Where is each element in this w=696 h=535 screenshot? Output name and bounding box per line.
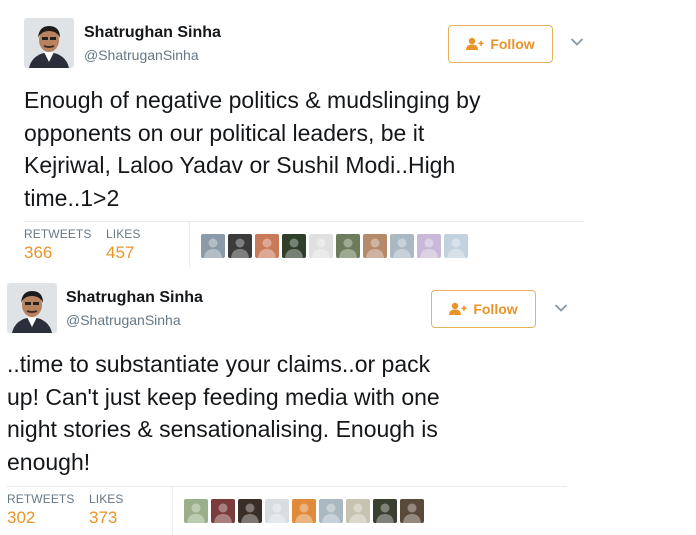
avatar[interactable] — [24, 18, 74, 68]
retweets-count[interactable]: 302 — [7, 508, 35, 528]
tweet-text-line: time..1>2 — [24, 184, 120, 211]
author-handle[interactable]: @ShatruganSinha — [66, 312, 181, 328]
liker-avatar[interactable] — [319, 499, 343, 523]
follow-label: Follow — [473, 301, 518, 317]
avatar[interactable] — [7, 283, 57, 333]
liker-avatar[interactable] — [238, 499, 262, 523]
liker-avatar[interactable] — [211, 499, 235, 523]
likes-label[interactable]: LIKES — [89, 492, 124, 506]
liker-avatar[interactable] — [228, 234, 252, 258]
author-name[interactable]: Shatrughan Sinha — [66, 289, 203, 307]
likes-count[interactable]: 373 — [89, 508, 117, 528]
tweet-text: Enough of negative politics & mudslingin… — [24, 84, 480, 214]
tweet: Shatrughan Sinha @ShatruganSinha Follow … — [0, 0, 696, 270]
author-name[interactable]: Shatrughan Sinha — [84, 24, 221, 42]
tweet-text-line: Enough of negative politics & mudslingin… — [24, 87, 481, 113]
liker-avatar[interactable] — [255, 234, 279, 258]
stats-divider — [189, 222, 190, 267]
tweet-text-line: Kejriwal, Laloo Yadav or Sushil Modi..Hi… — [24, 152, 456, 178]
liker-avatar[interactable] — [400, 499, 424, 523]
person-add-icon — [449, 302, 467, 315]
liker-avatar[interactable] — [201, 234, 225, 258]
liker-avatar[interactable] — [390, 234, 414, 258]
liker-avatar[interactable] — [292, 499, 316, 523]
liker-avatar[interactable] — [444, 234, 468, 258]
stats-divider — [172, 487, 173, 535]
tweet-text-line: night stories & sensationalising. Enough… — [7, 416, 438, 442]
follow-label: Follow — [490, 36, 535, 52]
tweet-text-line: enough! — [7, 448, 91, 475]
liker-avatar[interactable] — [282, 234, 306, 258]
liker-avatar[interactable] — [346, 499, 370, 523]
tweet: Shatrughan Sinha @ShatruganSinha Follow … — [0, 270, 696, 535]
liker-avatar[interactable] — [184, 499, 208, 523]
liker-avatar[interactable] — [363, 234, 387, 258]
follow-button[interactable]: Follow — [431, 290, 536, 328]
liker-avatar[interactable] — [417, 234, 441, 258]
divider — [24, 221, 584, 222]
follow-button[interactable]: Follow — [448, 25, 553, 63]
retweets-label[interactable]: RETWEETS — [24, 227, 91, 241]
author-handle[interactable]: @ShatruganSinha — [84, 47, 199, 63]
chevron-down-icon[interactable] — [554, 303, 568, 313]
tweet-text-line: opponents on our political leaders, be i… — [24, 119, 425, 146]
tweet-text: ..time to substantiate your claims..or p… — [7, 348, 440, 478]
likes-label[interactable]: LIKES — [106, 227, 141, 241]
chevron-down-icon[interactable] — [570, 37, 584, 47]
likes-count[interactable]: 457 — [106, 243, 134, 263]
person-add-icon — [466, 37, 484, 50]
tweet-text-line: ..time to substantiate your claims..or p… — [7, 351, 431, 377]
retweets-count[interactable]: 366 — [24, 243, 52, 263]
tweet-text-line: up! Can't just keep feeding media with o… — [7, 383, 440, 410]
divider — [7, 486, 567, 487]
retweets-label[interactable]: RETWEETS — [7, 492, 74, 506]
liker-avatar[interactable] — [373, 499, 397, 523]
liker-avatar[interactable] — [309, 234, 333, 258]
liker-avatar[interactable] — [265, 499, 289, 523]
likers-list — [184, 499, 424, 523]
likers-list — [201, 234, 468, 258]
liker-avatar[interactable] — [336, 234, 360, 258]
